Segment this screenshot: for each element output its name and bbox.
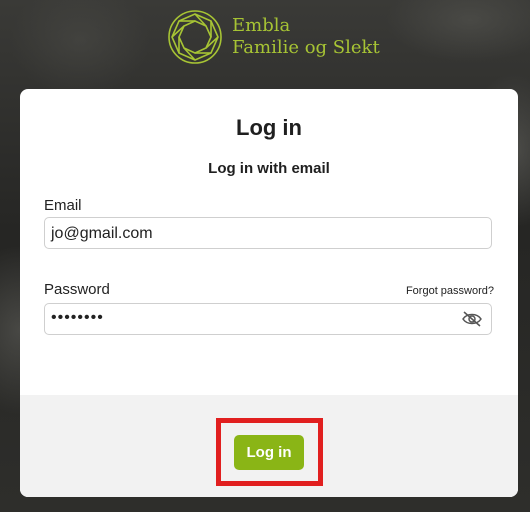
brand-name-line1: Embla [232,15,291,36]
forgot-password-link[interactable]: Forgot password? [406,285,494,297]
brand-name: Embla Familie og Slekt [232,15,380,59]
highlight-box [216,418,323,486]
login-subtitle: Log in with email [208,160,330,177]
page-title: Log in [236,115,302,140]
brand-name-line2: Familie og Slekt [232,37,380,58]
brand-header: Embla Familie og Slekt [166,9,380,65]
password-field[interactable]: •••••••• [44,303,492,335]
password-label: Password [44,281,110,298]
eye-slash-icon[interactable] [461,310,483,328]
password-value: •••••••• [51,309,104,326]
email-value: jo@gmail.com [51,225,153,242]
embla-diamond-logo-icon [168,10,222,64]
email-label: Email [44,197,82,214]
email-field[interactable]: jo@gmail.com [44,217,492,249]
